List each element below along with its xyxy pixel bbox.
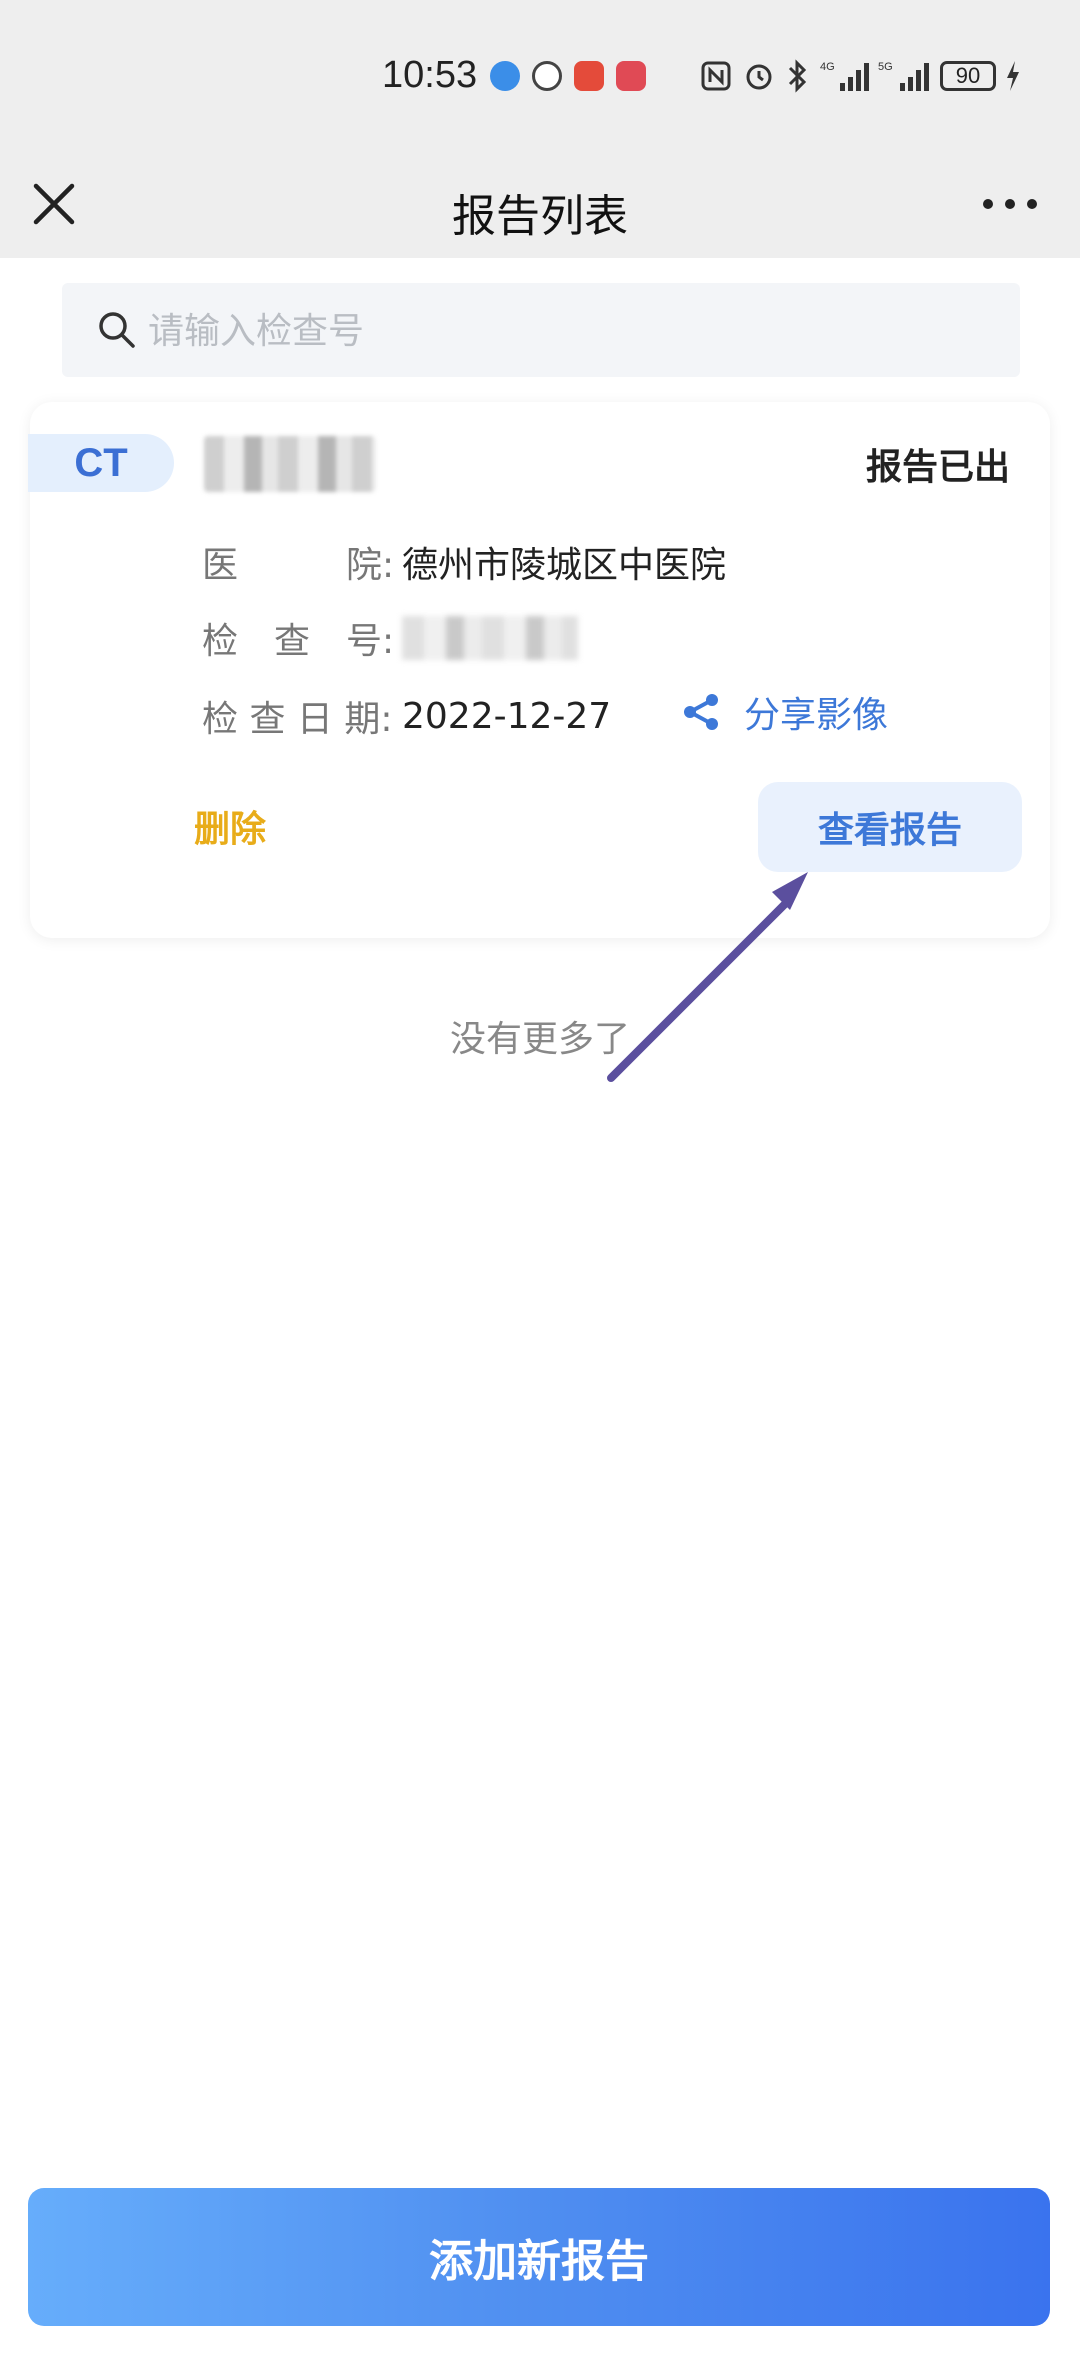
hexagon-app-icon (532, 61, 562, 91)
report-card: CT 报告已出 医 院: 德州市陵城区中医院 检 查 号: 检 查 日 期: 2… (28, 402, 1050, 938)
status-bar: 10:53 4G 5G 90 (0, 0, 1080, 160)
hospital-value: 德州市陵城区中医院 (402, 545, 727, 586)
signal-5g-icon: 5G (878, 61, 929, 91)
list-end-text: 没有更多了 (449, 1019, 630, 1060)
hospital-label: 医 院: (202, 545, 395, 586)
status-app-icons (490, 56, 658, 96)
app-notification-icon (490, 61, 520, 91)
status-system-icons: 4G 5G 90 (700, 56, 1022, 96)
add-report-button[interactable]: 添加新报告 (28, 2188, 1050, 2326)
search-icon (99, 312, 135, 348)
svg-text:5G: 5G (878, 61, 893, 73)
exam-number-row: 检 查 号: (202, 608, 578, 668)
signal-4g-icon: 4G (820, 61, 869, 91)
battery-icon: 90 (940, 61, 996, 91)
share-icon (684, 694, 718, 730)
exam-type-badge: CT (28, 434, 174, 492)
exam-number-masked (402, 616, 578, 660)
share-images-link[interactable]: 分享影像 (682, 686, 888, 738)
alarm-icon (746, 64, 772, 90)
exam-number-label: 检 查 号: (202, 621, 395, 662)
report-status: 报告已出 (865, 447, 1010, 488)
exam-date-row: 检 查 日 期: 2022-12-27 (202, 686, 611, 746)
exam-date-value: 2022-12-27 (402, 695, 612, 737)
navigation-bar: 报告列表 (0, 160, 1080, 258)
status-time: 10:53 (382, 54, 478, 96)
view-report-button[interactable]: 查看报告 (758, 782, 1022, 872)
page-title: 报告列表 (452, 191, 628, 242)
svg-text:4G: 4G (820, 61, 835, 73)
more-icon[interactable] (980, 180, 1040, 228)
search-input[interactable] (146, 283, 1000, 379)
share-images-label: 分享影像 (744, 695, 889, 736)
search-bar (62, 283, 1020, 379)
exam-date-label: 检 查 日 期: (202, 699, 393, 740)
delete-button[interactable]: 删除 (194, 800, 266, 852)
patient-name-masked (204, 436, 376, 492)
charging-icon (1007, 61, 1019, 91)
hospital-row: 医 院: 德州市陵城区中医院 (202, 532, 726, 592)
bluetooth-icon (788, 59, 807, 93)
book-app-icon (616, 61, 646, 91)
news-app-icon (574, 61, 604, 91)
nfc-icon (701, 61, 731, 91)
